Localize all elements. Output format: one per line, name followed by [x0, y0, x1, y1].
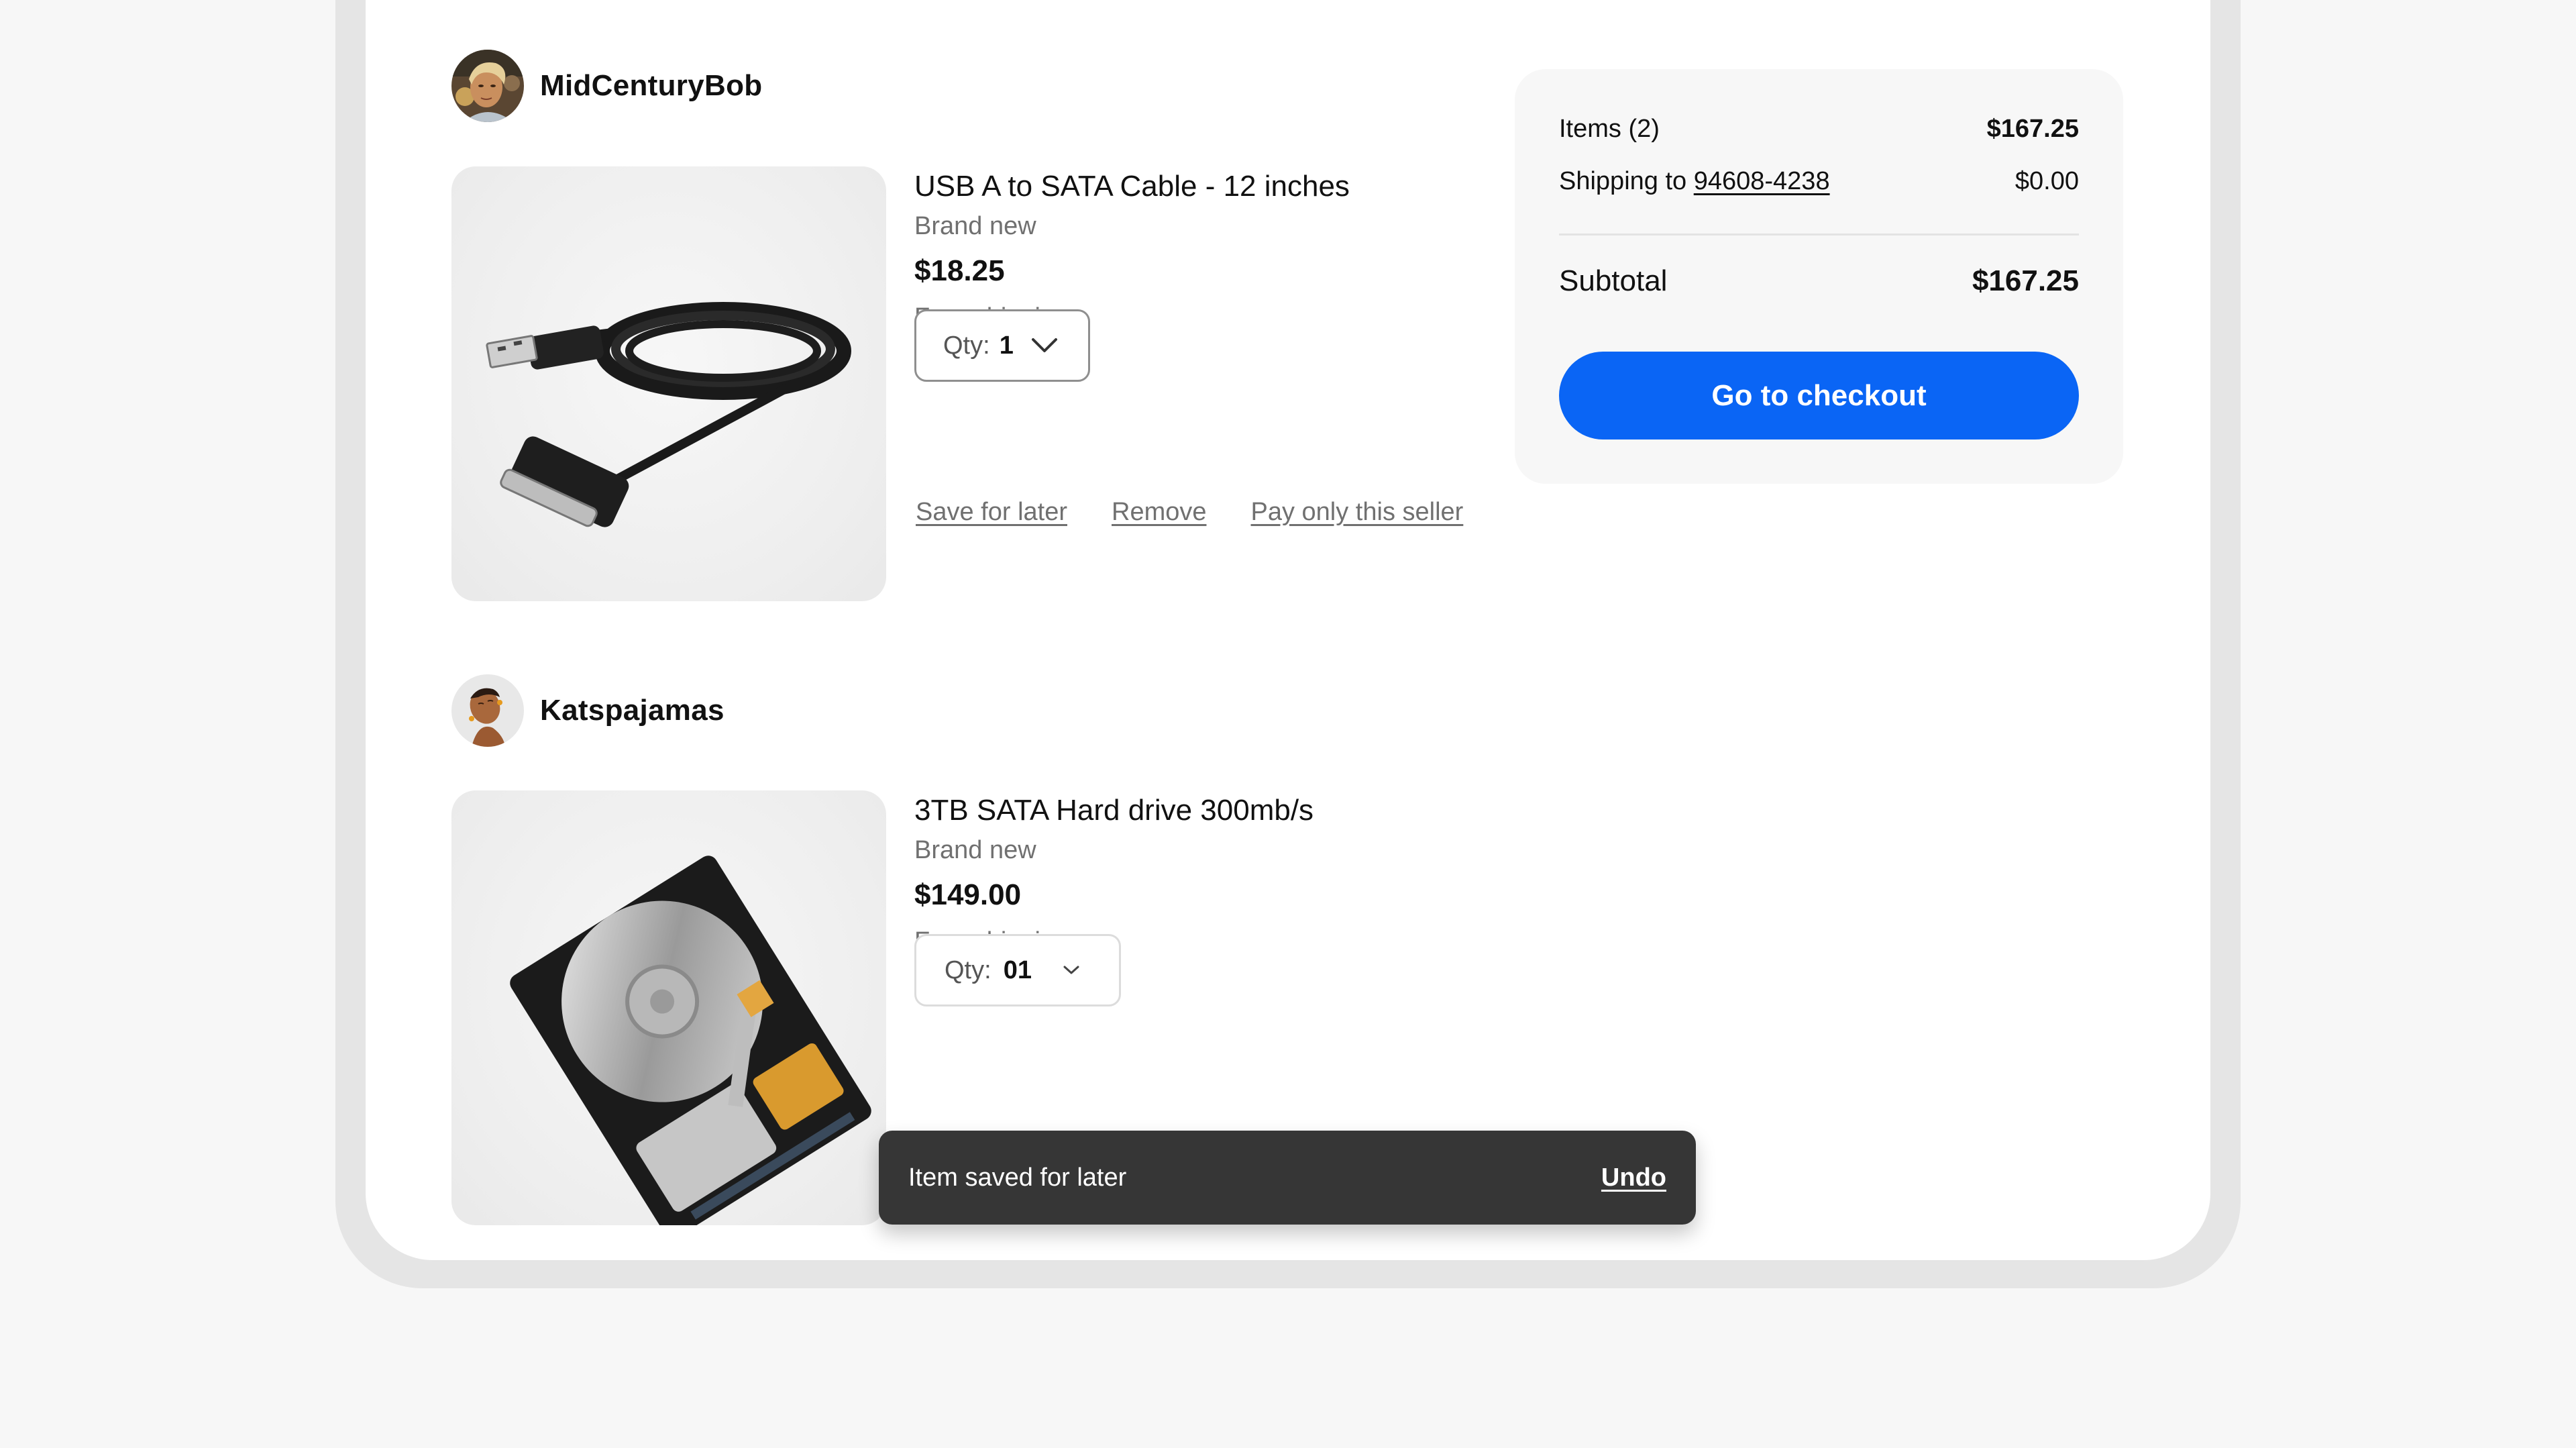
save-for-later-link[interactable]: Save for later — [916, 498, 1067, 527]
product-price: $149.00 — [914, 878, 1022, 911]
chevron-down-icon — [1031, 338, 1058, 354]
product-image[interactable] — [451, 790, 886, 1225]
pay-only-this-seller-link[interactable]: Pay only this seller — [1251, 498, 1464, 527]
usb-cable-icon — [486, 302, 851, 527]
order-summary: Items (2) $167.25 Shipping to 94608-4238… — [1515, 69, 2123, 484]
seller-header[interactable]: MidCenturyBob — [451, 50, 762, 122]
shipping-value: $0.00 — [2015, 167, 2079, 195]
seller-name[interactable]: Katspajamas — [540, 694, 724, 727]
quantity-select[interactable]: Qty: 01 — [914, 934, 1121, 1006]
hard-drive-icon — [510, 856, 871, 1225]
subtotal-label: Subtotal — [1559, 264, 1668, 297]
items-value: $167.25 — [1986, 115, 2079, 143]
shipping-label: Shipping to 94608-4238 — [1559, 167, 1830, 196]
qty-value: 01 — [1003, 955, 1032, 984]
seller-avatar[interactable] — [451, 674, 524, 747]
toast-message: Item saved for later — [908, 1163, 1127, 1192]
user-avatar-icon — [451, 674, 524, 747]
chevron-down-icon — [1063, 965, 1080, 976]
product-info: 3TB SATA Hard drive 300mb/s Brand new $1… — [914, 792, 1313, 958]
summary-items-row: Items (2) $167.25 — [1559, 115, 2079, 144]
qty-value: 1 — [999, 331, 1014, 360]
go-to-checkout-button[interactable]: Go to checkout — [1559, 352, 2079, 439]
product-condition: Brand new — [914, 212, 1036, 240]
product-image[interactable] — [451, 166, 886, 601]
summary-subtotal-row: Subtotal $167.25 — [1559, 264, 2079, 298]
undo-button[interactable]: Undo — [1601, 1163, 1666, 1192]
seller-name[interactable]: MidCenturyBob — [540, 69, 762, 103]
product-price: $18.25 — [914, 254, 1005, 287]
cart-screen: MidCenturyBob USB A to SATA Cable - 12 i… — [366, 0, 2210, 1260]
qty-label: Qty: — [945, 955, 991, 984]
shipping-zip-link[interactable]: 94608-4238 — [1694, 167, 1830, 195]
seller-avatar[interactable] — [451, 50, 524, 122]
items-label: Items (2) — [1559, 115, 1660, 143]
snackbar-toast: Item saved for later Undo — [879, 1131, 1696, 1225]
shipping-prefix: Shipping to — [1559, 167, 1687, 195]
summary-divider — [1559, 234, 2079, 236]
product-condition: Brand new — [914, 836, 1036, 864]
subtotal-value: $167.25 — [1972, 264, 2079, 297]
summary-shipping-row: Shipping to 94608-4238 $0.00 — [1559, 167, 2079, 196]
item-actions: Save for later Remove Pay only this sell… — [916, 498, 1463, 527]
remove-link[interactable]: Remove — [1112, 498, 1207, 527]
qty-label: Qty: — [943, 331, 990, 360]
quantity-select[interactable]: Qty: 1 — [914, 309, 1090, 382]
user-avatar-icon — [451, 50, 524, 122]
seller-header[interactable]: Katspajamas — [451, 674, 724, 747]
product-title[interactable]: USB A to SATA Cable - 12 inches — [914, 168, 1350, 205]
product-title[interactable]: 3TB SATA Hard drive 300mb/s — [914, 792, 1313, 829]
